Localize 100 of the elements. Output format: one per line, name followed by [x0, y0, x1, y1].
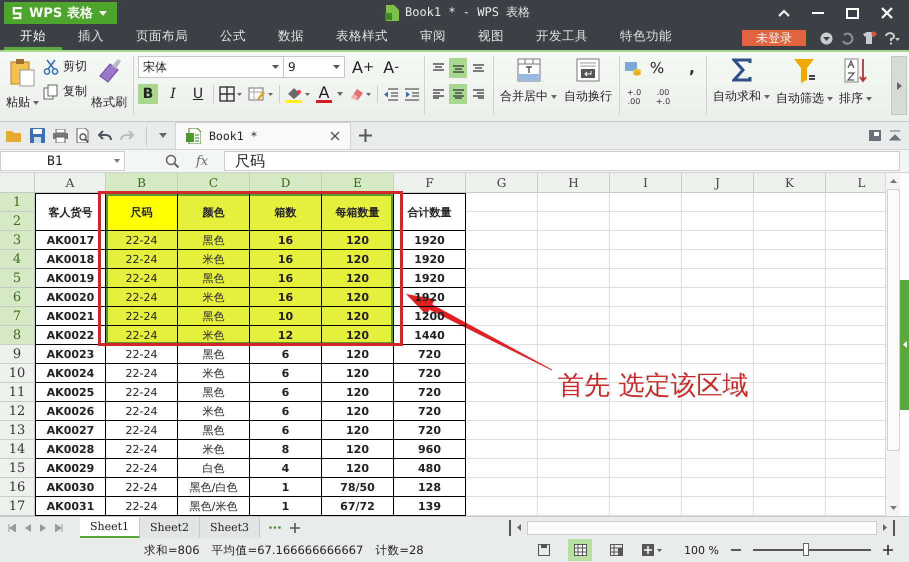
row-header[interactable]: 11: [0, 383, 35, 402]
row-header[interactable]: 2: [0, 212, 35, 231]
sheet-tab[interactable]: Sheet2: [140, 517, 200, 538]
borders-icon[interactable]: [219, 86, 243, 102]
column-header[interactable]: H: [538, 173, 610, 193]
row-header[interactable]: 14: [0, 440, 35, 459]
row-header[interactable]: 12: [0, 402, 35, 421]
normal-view-button[interactable]: [568, 539, 592, 561]
row-header[interactable]: 13: [0, 421, 35, 440]
table-cell: AK0024: [35, 364, 106, 383]
vertical-scrollbar[interactable]: [885, 173, 900, 516]
row-header[interactable]: 16: [0, 478, 35, 497]
document-tab[interactable]: Book1 *: [175, 122, 351, 149]
menu-tab[interactable]: 审阅: [404, 26, 462, 50]
autofilter-button[interactable]: 自动筛选: [774, 56, 835, 109]
copy-icon: [43, 84, 59, 100]
row-header[interactable]: 7: [0, 307, 35, 326]
autosum-button[interactable]: 自动求和: [711, 56, 772, 107]
row-header[interactable]: 1: [0, 193, 35, 212]
close-icon[interactable]: [330, 131, 340, 141]
format-painter-button[interactable]: 格式刷: [89, 56, 129, 113]
collapse-ribbon-icon[interactable]: [778, 9, 790, 17]
maximize-icon[interactable]: [846, 8, 859, 18]
sheet-tab[interactable]: Sheet3: [200, 517, 260, 538]
merge-center-button[interactable]: 合并居中: [498, 56, 559, 107]
row-header[interactable]: 10: [0, 364, 35, 383]
zoom-in-icon[interactable]: [883, 545, 893, 555]
decrease-decimal-button[interactable]: .00 +.0: [653, 86, 673, 108]
align-button[interactable]: [449, 58, 467, 78]
font-color-button[interactable]: A: [316, 85, 332, 103]
menu-tab[interactable]: 插入: [62, 26, 120, 50]
paste-button[interactable]: 粘贴: [4, 56, 41, 113]
zoom-slider[interactable]: [753, 542, 871, 558]
menu-tab[interactable]: 页面布局: [120, 26, 204, 50]
menu-tab[interactable]: 视图: [462, 26, 520, 50]
cut-button[interactable]: 剪切: [43, 58, 87, 75]
print-icon[interactable]: [53, 128, 68, 142]
caret-icon[interactable]: [159, 133, 167, 138]
column-header[interactable]: G: [466, 173, 538, 193]
cell-style-icon[interactable]: [248, 86, 274, 102]
row-header[interactable]: 17: [0, 497, 35, 516]
font-size-dropdown[interactable]: 9: [283, 56, 345, 78]
zoom-formula-icon[interactable]: [165, 154, 180, 168]
row-header[interactable]: 8: [0, 326, 35, 345]
collapse-icon[interactable]: [889, 130, 901, 141]
column-header[interactable]: E: [322, 173, 394, 193]
menu-tab[interactable]: 开发工具: [520, 26, 604, 50]
column-header[interactable]: D: [250, 173, 322, 193]
fill-color-icon[interactable]: [285, 86, 311, 102]
column-header[interactable]: A: [35, 173, 106, 193]
column-header[interactable]: F: [394, 173, 466, 193]
horizontal-scrollbar[interactable]: [509, 520, 895, 536]
increase-indent-icon[interactable]: [404, 86, 420, 102]
copy-button[interactable]: 复制: [43, 83, 87, 100]
sheet-tab[interactable]: Sheet1: [80, 517, 140, 538]
sort-button[interactable]: 排序: [837, 56, 874, 109]
window-icon[interactable]: [869, 130, 881, 141]
slider-thumb[interactable]: [803, 543, 810, 556]
column-header[interactable]: I: [610, 173, 682, 193]
column-header[interactable]: C: [178, 173, 250, 193]
row-header[interactable]: 15: [0, 459, 35, 478]
print-preview-icon[interactable]: [76, 128, 90, 143]
align-button[interactable]: [449, 84, 467, 104]
column-header[interactable]: J: [682, 173, 754, 193]
font-name-dropdown[interactable]: 宋体: [138, 56, 284, 78]
row-header[interactable]: 6: [0, 288, 35, 307]
formula-input[interactable]: 尺码: [224, 151, 900, 171]
name-box[interactable]: B1: [0, 151, 125, 171]
shirt-icon[interactable]: [862, 31, 877, 45]
insert-function-button[interactable]: fx: [190, 154, 214, 168]
text-style-button[interactable]: I: [163, 84, 183, 104]
wrap-text-button[interactable]: 自动换行: [561, 56, 615, 107]
add-tab-icon[interactable]: [359, 129, 372, 142]
percent-button[interactable]: %: [647, 58, 667, 78]
menu-tab[interactable]: 公式: [204, 26, 262, 50]
more-icon[interactable]: [269, 526, 281, 529]
row-header[interactable]: 5: [0, 269, 35, 288]
text-style-button[interactable]: U: [188, 84, 208, 104]
column-header[interactable]: B: [106, 173, 178, 193]
column-header[interactable]: L: [826, 173, 885, 193]
table-cell: AK0026: [35, 402, 106, 421]
help-icon[interactable]: [885, 32, 901, 44]
decrease-indent-icon[interactable]: [383, 86, 399, 102]
text-style-button[interactable]: B: [138, 84, 158, 104]
add-sheet-icon[interactable]: [290, 522, 300, 532]
row-header[interactable]: 9: [0, 345, 35, 364]
eraser-icon[interactable]: [348, 86, 372, 102]
increase-decimal-button[interactable]: +.0 .00: [624, 86, 644, 108]
undo-icon[interactable]: [98, 130, 112, 142]
table-cell: 120: [322, 288, 394, 307]
comma-style-button[interactable]: ,: [682, 58, 702, 78]
menu-tab[interactable]: 特色功能: [604, 26, 688, 50]
row-header[interactable]: 3: [0, 231, 35, 250]
save-icon[interactable]: [30, 128, 45, 143]
side-panel-toggle[interactable]: [900, 280, 909, 410]
menu-tab[interactable]: 表格样式: [320, 26, 404, 50]
column-header[interactable]: K: [754, 173, 826, 193]
row-header[interactable]: 4: [0, 250, 35, 269]
menu-tab[interactable]: 数据: [262, 26, 320, 50]
refresh-icon[interactable]: [841, 32, 854, 44]
